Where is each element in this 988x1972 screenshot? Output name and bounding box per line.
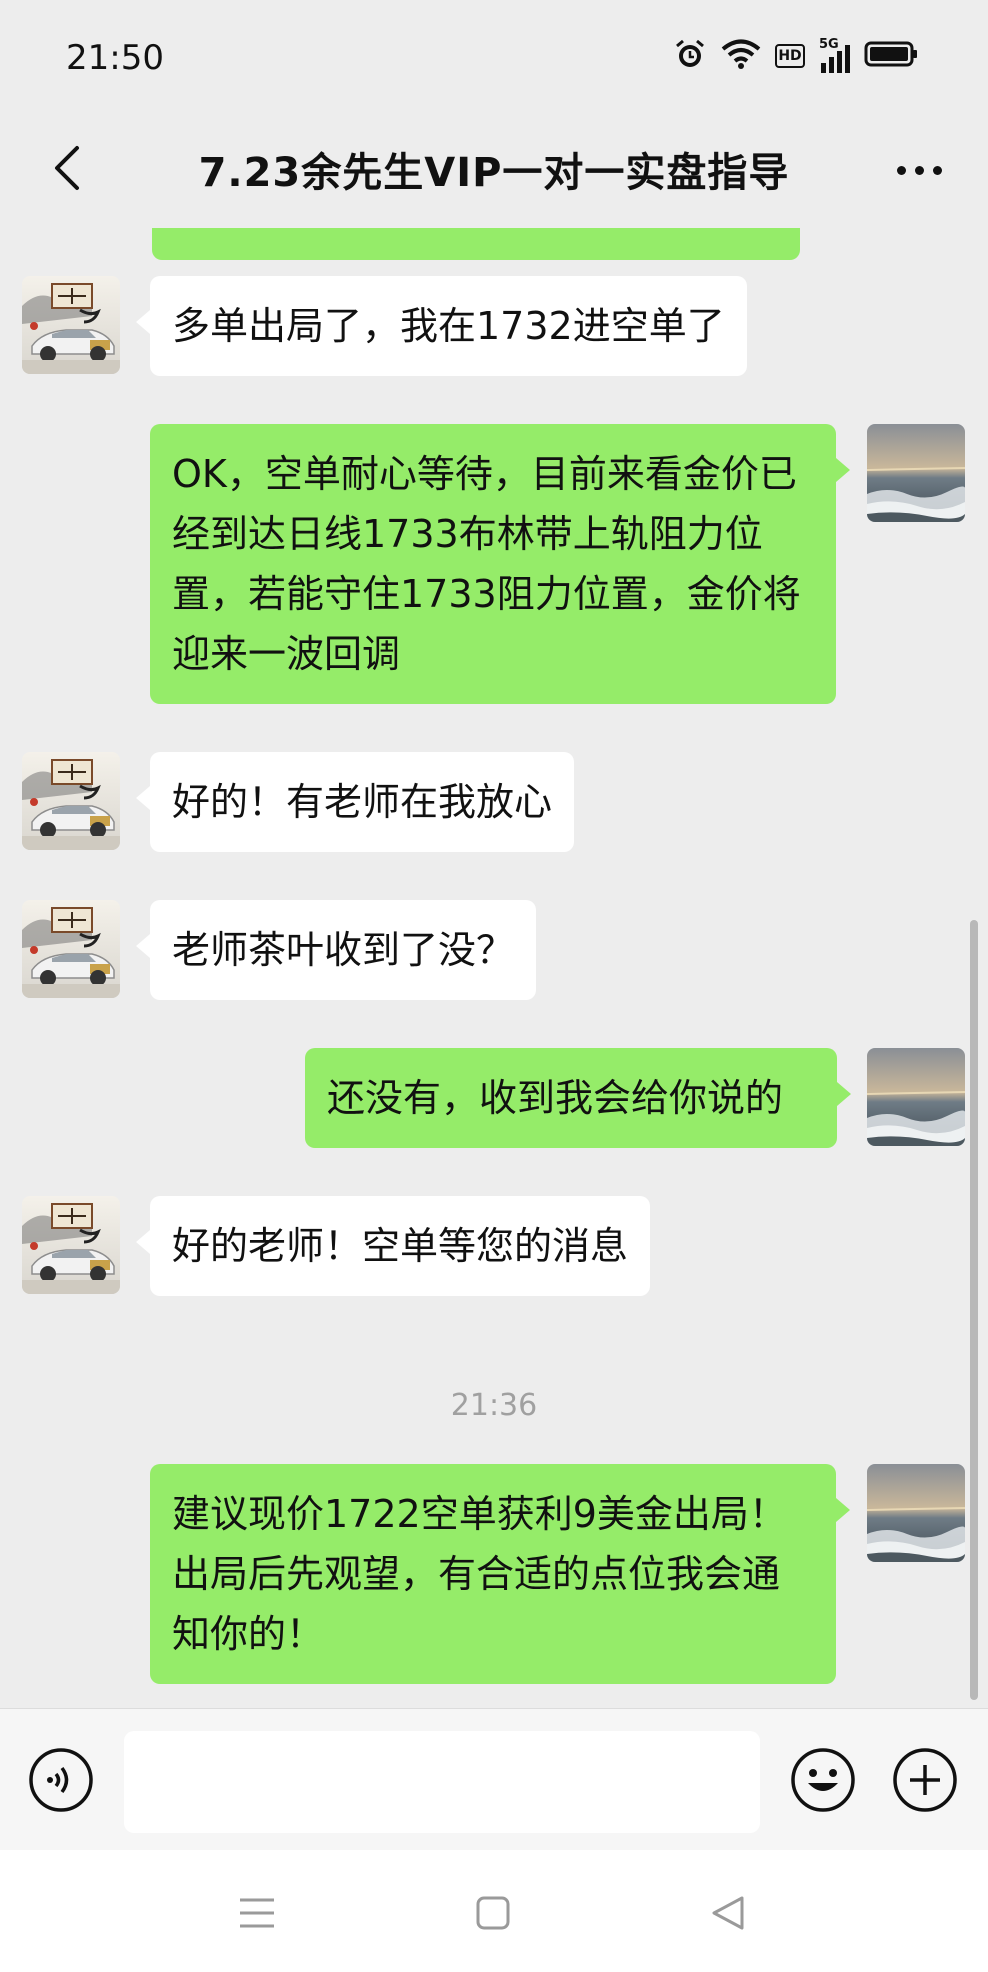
5g-signal-icon: 5G	[819, 37, 850, 73]
message-bubble-outgoing[interactable]: 还没有，收到我会给你说的	[305, 1048, 851, 1148]
status-icons: HD 5G	[673, 36, 918, 76]
voice-icon	[29, 1748, 93, 1812]
status-bar: 21:50 HD 5G	[0, 0, 988, 110]
voice-button[interactable]	[28, 1747, 94, 1813]
more-dots-icon	[896, 165, 906, 175]
alarm-icon	[673, 37, 707, 75]
partial-outgoing-bubble	[152, 228, 800, 260]
message-bubble-outgoing[interactable]: OK，空单耐心等待，目前来看金价已经到达日线1733布林带上轨阻力位置，若能守住…	[150, 424, 850, 704]
home-icon	[476, 1896, 510, 1930]
home-button[interactable]	[468, 1888, 518, 1938]
chat-header: 7.23余先生VIP一对一实盘指导	[0, 110, 988, 228]
plus-icon	[893, 1748, 957, 1812]
message-input[interactable]	[124, 1731, 760, 1833]
emoji-button[interactable]	[790, 1747, 856, 1813]
my-avatar[interactable]	[867, 1464, 965, 1562]
my-avatar[interactable]	[867, 424, 965, 522]
system-navigation-bar	[0, 1850, 988, 1972]
status-time: 21:50	[66, 38, 164, 78]
contact-avatar[interactable]	[22, 900, 120, 998]
message-bubble-incoming[interactable]: 多单出局了，我在1732进空单了	[136, 276, 747, 376]
message-list[interactable]: 多单出局了，我在1732进空单了 OK，空单耐心等待，目前来看金价已经到达日线1…	[0, 228, 988, 1708]
battery-icon	[864, 40, 918, 72]
contact-avatar[interactable]	[22, 1196, 120, 1294]
my-avatar[interactable]	[867, 1048, 965, 1146]
back-triangle-icon	[712, 1896, 744, 1930]
recent-apps-button[interactable]	[232, 1888, 282, 1938]
wifi-icon	[721, 38, 761, 74]
system-back-button[interactable]	[704, 1888, 754, 1938]
emoji-icon	[791, 1748, 855, 1812]
network-label: 5G	[819, 37, 839, 52]
more-actions-button[interactable]	[892, 1747, 958, 1813]
contact-avatar[interactable]	[22, 276, 120, 374]
contact-avatar[interactable]	[22, 752, 120, 850]
menu-icon	[240, 1898, 274, 1928]
hd-icon: HD	[775, 44, 805, 68]
more-options-button[interactable]	[884, 140, 954, 200]
message-bubble-outgoing[interactable]: 建议现价1722空单获利9美金出局！出局后先观望，有合适的点位我会通知你的！	[150, 1464, 850, 1684]
message-bubble-incoming[interactable]: 好的！有老师在我放心	[135, 752, 575, 852]
chat-title: 7.23余先生VIP一对一实盘指导	[198, 150, 790, 196]
message-bubble-incoming[interactable]: 老师茶叶收到了没？	[135, 900, 537, 1000]
input-bar	[0, 1708, 988, 1851]
scrollbar[interactable]	[970, 920, 978, 1700]
message-bubble-incoming[interactable]: 好的老师！空单等您的消息	[135, 1196, 651, 1296]
message-timestamp: 21:36	[450, 1388, 538, 1423]
